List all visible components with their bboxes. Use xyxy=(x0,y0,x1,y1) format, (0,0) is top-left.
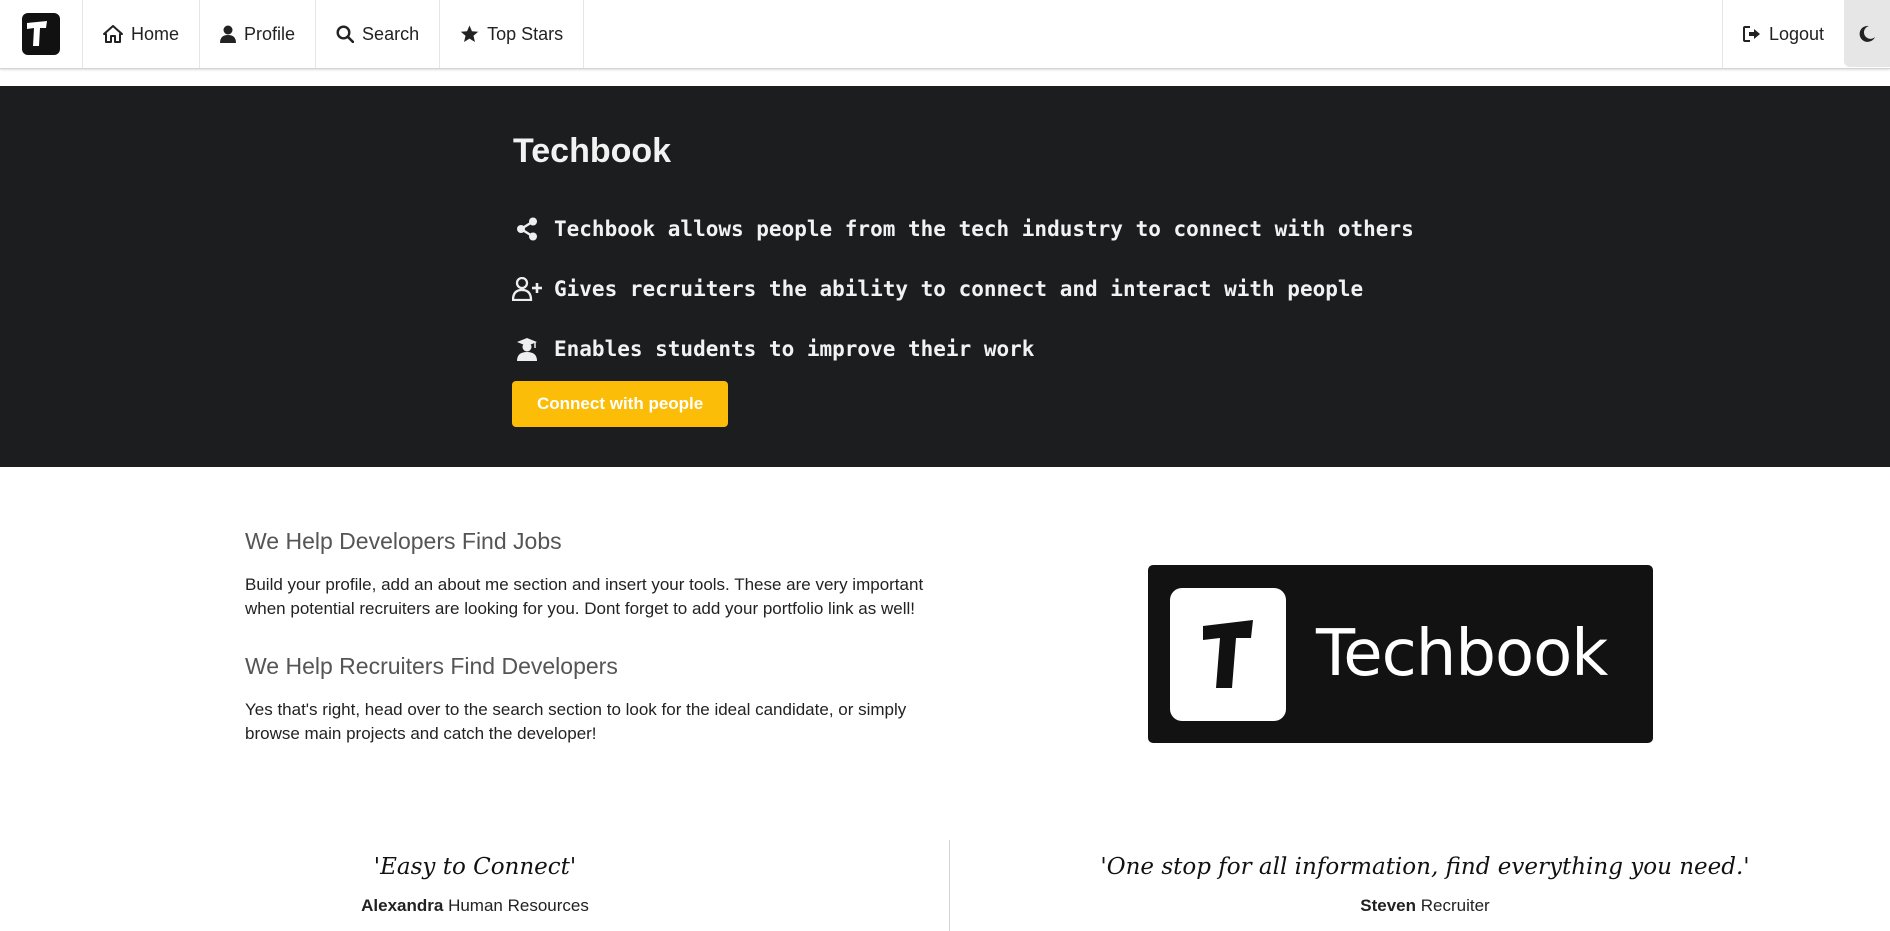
testimonial-name: Alexandra xyxy=(361,896,444,915)
hero-section: Techbook Techbook allows people from the… xyxy=(0,86,1890,467)
feature-text: Techbook allows people from the tech ind… xyxy=(554,217,1414,241)
testimonial-name: Steven xyxy=(1360,896,1417,915)
dark-mode-toggle[interactable] xyxy=(1844,0,1890,67)
testimonial-card: 'Easy to Connect' Alexandra Human Resour… xyxy=(275,854,675,916)
testimonial-role: Recruiter xyxy=(1420,896,1490,915)
logout-icon xyxy=(1742,26,1760,42)
about-section: We Help Developers Find Jobs Build your … xyxy=(245,528,925,746)
nav-profile-label: Profile xyxy=(244,23,296,44)
techbook-logo-icon xyxy=(1170,587,1286,721)
user-icon xyxy=(220,25,237,43)
nav-top-stars[interactable]: Top Stars xyxy=(440,0,585,68)
logo-link[interactable] xyxy=(0,0,83,68)
testimonials-section: 'Easy to Connect' Alexandra Human Resour… xyxy=(0,840,1890,931)
testimonial-author: Steven Recruiter xyxy=(1050,896,1800,916)
techbook-brand-image: Techbook xyxy=(1148,565,1653,743)
nav-search[interactable]: Search xyxy=(316,0,441,68)
nav-top-stars-label: Top Stars xyxy=(487,23,564,44)
search-icon xyxy=(336,25,355,43)
top-navbar: Home Profile Search Top Stars Logout xyxy=(0,0,1890,69)
testimonial-author: Alexandra Human Resources xyxy=(275,896,675,916)
nav-logout-label: Logout xyxy=(1768,23,1824,44)
brand-wordmark: Techbook xyxy=(1316,617,1608,691)
developers-text: Build your profile, add an about me sect… xyxy=(245,575,924,618)
testimonial-quote: 'Easy to Connect' xyxy=(373,854,577,880)
hero-content: Techbook Techbook allows people from the… xyxy=(512,132,1414,427)
feature-text: Enables students to improve their work xyxy=(554,337,1035,361)
recruiters-heading: We Help Recruiters Find Developers xyxy=(245,653,618,679)
nav-search-label: Search xyxy=(362,23,420,44)
hero-title: Techbook xyxy=(513,132,672,170)
nav-home[interactable]: Home xyxy=(83,0,201,68)
connect-with-people-button[interactable]: Connect with people xyxy=(512,381,729,427)
testimonial-divider xyxy=(949,840,950,931)
star-icon xyxy=(460,25,479,42)
moon-icon xyxy=(1859,25,1875,42)
nav-profile[interactable]: Profile xyxy=(200,0,317,68)
nav-home-label: Home xyxy=(131,23,180,44)
feature-item: Enables students to improve their work xyxy=(512,319,1414,379)
feature-item: Gives recruiters the ability to connect … xyxy=(512,259,1414,319)
graduate-icon xyxy=(512,337,542,361)
developers-heading: We Help Developers Find Jobs xyxy=(245,528,562,554)
testimonial-card: 'One stop for all information, find ever… xyxy=(1050,854,1800,916)
nav-logout[interactable]: Logout xyxy=(1721,0,1844,68)
recruiters-text: Yes that's right, head over to the searc… xyxy=(245,700,907,743)
home-icon xyxy=(103,25,123,43)
feature-item: Techbook allows people from the tech ind… xyxy=(512,199,1414,259)
feature-text: Gives recruiters the ability to connect … xyxy=(554,277,1364,301)
testimonial-role: Human Resources xyxy=(448,896,589,915)
testimonial-quote: 'One stop for all information, find ever… xyxy=(1100,854,1750,880)
techbook-logo-icon xyxy=(22,13,60,55)
user-plus-icon xyxy=(512,277,542,301)
share-icon xyxy=(512,217,542,241)
